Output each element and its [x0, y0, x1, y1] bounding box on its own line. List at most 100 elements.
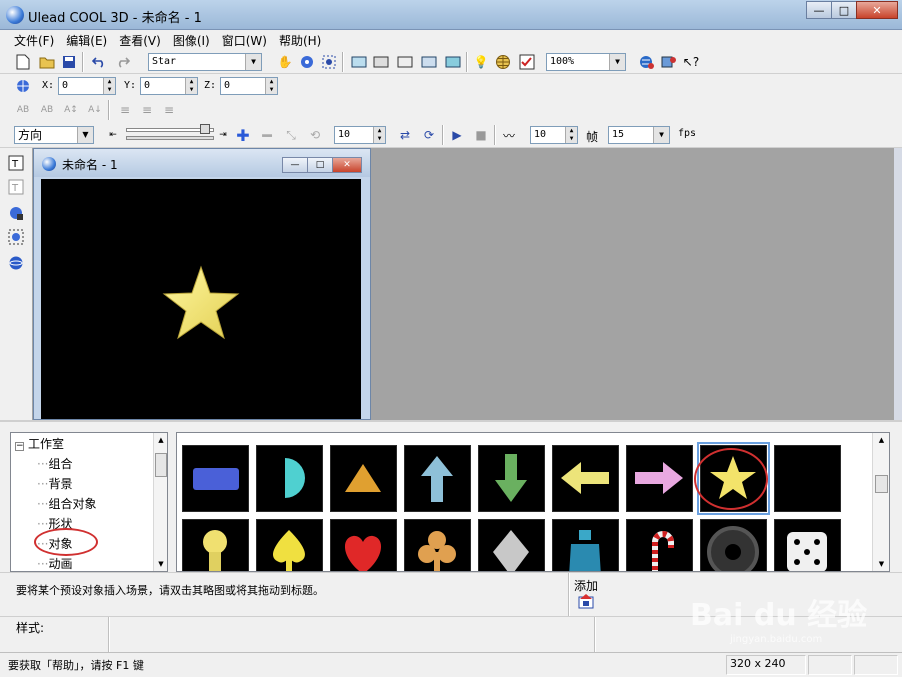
text-kerning-icon[interactable]: AB [38, 101, 56, 119]
thumb-rectangle[interactable] [182, 445, 249, 512]
view-perspective-icon[interactable] [420, 53, 438, 71]
view-camera-icon[interactable] [444, 53, 462, 71]
light-icon[interactable]: 💡 [472, 53, 490, 71]
scroll-thumb[interactable] [875, 475, 888, 493]
timeline-slider-track-lower[interactable] [126, 136, 214, 140]
thumb-up-arrow[interactable] [404, 445, 471, 512]
menu-view[interactable]: 查看(V) [113, 30, 167, 50]
thumb-left-arrow[interactable] [552, 445, 619, 512]
redo-icon[interactable] [114, 53, 132, 71]
doc-minimize-button[interactable]: — [282, 157, 308, 173]
thumb-bulb[interactable] [182, 519, 249, 571]
import-object-icon[interactable] [7, 254, 25, 272]
loop-icon[interactable]: ⟳ [420, 126, 438, 144]
timeline-slider-handle[interactable] [200, 124, 210, 134]
tree-item-combination[interactable]: ···组合 [37, 455, 72, 472]
image-export-icon[interactable] [660, 53, 678, 71]
smooth-path-icon[interactable]: 〰 [500, 126, 518, 144]
align-right-icon[interactable]: ≡ [160, 101, 178, 119]
fps-select[interactable]: 15 ▼ [608, 126, 670, 144]
frames-spinner[interactable]: 10 ▲ ▼ [530, 126, 578, 144]
text-spacing-icon[interactable]: AB [14, 101, 32, 119]
view-side-icon[interactable] [372, 53, 390, 71]
text-leading-icon[interactable]: A↕ [62, 101, 80, 119]
align-center-icon[interactable]: ≡ [138, 101, 156, 119]
tree-root[interactable]: − 工作室 [15, 435, 64, 452]
check-icon[interactable] [518, 53, 536, 71]
menu-window[interactable]: 窗口(W) [216, 30, 273, 50]
zoom-select[interactable]: 100% ▼ [546, 53, 626, 71]
scroll-down-icon[interactable]: ▼ [873, 557, 889, 571]
close-button[interactable]: ✕ [856, 1, 898, 19]
move-object-icon[interactable] [14, 77, 32, 95]
doc-maximize-button[interactable]: □ [307, 157, 333, 173]
select-object-icon[interactable] [7, 228, 25, 246]
thumb-half-circle[interactable] [256, 445, 323, 512]
rewind-icon[interactable]: ⇤ [104, 126, 122, 144]
new-icon[interactable] [14, 53, 32, 71]
thumb-diamond[interactable] [478, 519, 545, 571]
reverse-icon[interactable]: ⤡ [282, 126, 300, 144]
spin-arrows-icon[interactable]: ▲ ▼ [565, 127, 577, 143]
thumb-club[interactable] [404, 519, 471, 571]
thumb-down-arrow[interactable] [478, 445, 545, 512]
thumb-spade[interactable] [256, 519, 323, 571]
menu-image[interactable]: 图像(I) [167, 30, 216, 50]
menu-edit[interactable]: 编辑(E) [60, 30, 113, 50]
tree-item-animation[interactable]: ···动画 [37, 555, 72, 571]
x-spinner[interactable]: 0 ▲ ▼ [58, 77, 116, 95]
direction-select[interactable]: 方向 ▼ [14, 126, 94, 144]
loop-back-icon[interactable]: ⟲ [306, 126, 324, 144]
star-shape[interactable] [162, 265, 240, 340]
text-edit-icon[interactable]: T [7, 178, 25, 196]
doc-close-button[interactable]: ✕ [332, 157, 362, 173]
spin-arrows-icon[interactable]: ▲ ▼ [103, 78, 115, 94]
thumb-candy-cane[interactable] [626, 519, 693, 571]
spin-arrows-icon[interactable]: ▲ ▼ [265, 78, 277, 94]
tree-item-combined-objects[interactable]: ···组合对象 [37, 495, 96, 512]
view-top-icon[interactable] [396, 53, 414, 71]
render-canvas[interactable] [41, 179, 361, 419]
rotate-object-icon[interactable] [298, 53, 316, 71]
thumb-right-arrow[interactable] [626, 445, 693, 512]
globe-icon[interactable] [494, 53, 512, 71]
size-object-icon[interactable] [320, 53, 338, 71]
menu-file[interactable]: 文件(F) [8, 30, 60, 50]
open-icon[interactable] [38, 53, 56, 71]
menu-help[interactable]: 帮助(H) [273, 30, 327, 50]
tree-scrollbar[interactable]: ▲ ▼ [153, 433, 167, 571]
collapse-icon[interactable]: − [15, 442, 24, 451]
object-select[interactable]: Star ▼ [148, 53, 262, 71]
play-icon[interactable]: ▶ [448, 126, 466, 144]
ping-pong-icon[interactable]: ⇄ [396, 126, 414, 144]
save-icon[interactable] [60, 53, 78, 71]
insert-geometry-icon[interactable] [7, 204, 25, 222]
align-left-icon[interactable]: ≡ [116, 101, 134, 119]
add-keyframe-icon[interactable]: ✚ [234, 126, 252, 145]
scroll-up-icon[interactable]: ▲ [154, 433, 167, 447]
context-help-icon[interactable]: ↖? [682, 53, 700, 71]
spin-arrows-icon[interactable]: ▲ ▼ [373, 127, 385, 143]
web-export-icon[interactable] [638, 53, 656, 71]
scroll-thumb[interactable] [155, 453, 167, 477]
tree-item-background[interactable]: ···背景 [37, 475, 72, 492]
add-to-scene-icon[interactable] [578, 593, 594, 609]
thumb-triangle[interactable] [330, 445, 397, 512]
undo-icon[interactable] [90, 53, 108, 71]
thumb-crescent[interactable] [774, 445, 841, 512]
scroll-down-icon[interactable]: ▼ [154, 557, 167, 571]
thumb-tire[interactable] [700, 519, 767, 571]
hand-icon[interactable]: ✋ [276, 53, 294, 71]
thumb-dice[interactable] [774, 519, 841, 571]
text-baseline-icon[interactable]: A↓ [86, 101, 104, 119]
thumb-bottle[interactable] [552, 519, 619, 571]
gallery-scrollbar[interactable]: ▲ ▼ [872, 433, 889, 571]
view-front-icon[interactable] [350, 53, 368, 71]
minimize-button[interactable]: — [806, 1, 832, 19]
fast-forward-icon[interactable]: ⇥ [214, 126, 232, 144]
stop-icon[interactable]: ■ [472, 126, 490, 144]
z-spinner[interactable]: 0 ▲ ▼ [220, 77, 278, 95]
spin-arrows-icon[interactable]: ▲ ▼ [185, 78, 197, 94]
remove-keyframe-icon[interactable]: ━ [258, 126, 276, 145]
scroll-up-icon[interactable]: ▲ [873, 433, 889, 447]
